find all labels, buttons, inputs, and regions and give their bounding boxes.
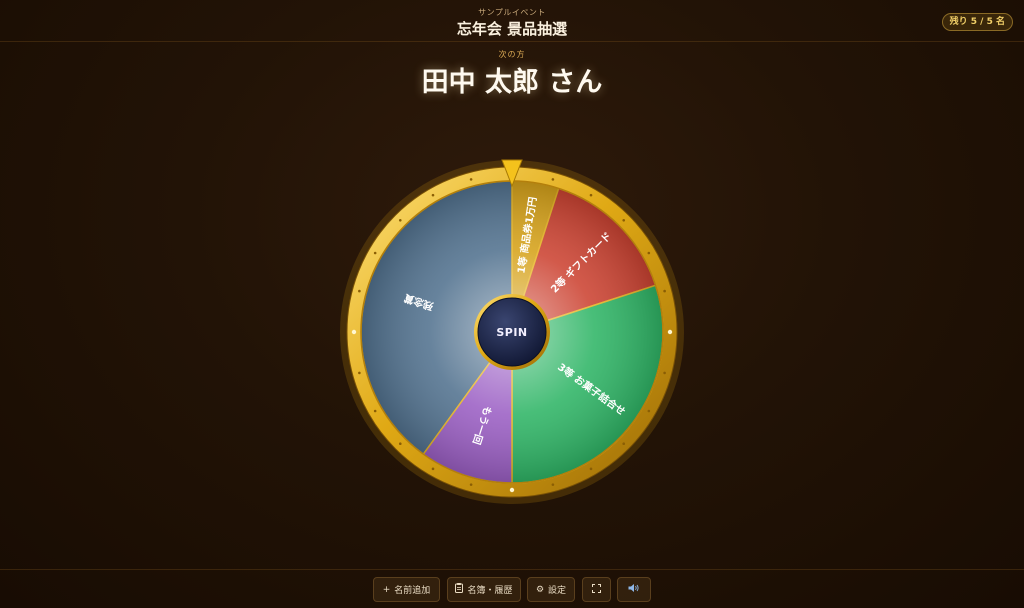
- rim-stud: [622, 218, 626, 222]
- rim-stud: [589, 193, 593, 197]
- rim-stud: [358, 371, 361, 375]
- remaining-badge: 残り 5 / 5 名: [941, 13, 1013, 31]
- event-subtitle: サンプルイベント: [478, 8, 546, 17]
- fullscreen-icon: [592, 583, 601, 596]
- speaker-icon: [628, 583, 640, 596]
- fullscreen-button[interactable]: [582, 577, 611, 602]
- rim-stud: [509, 487, 515, 493]
- event-title: 忘年会 景品抽選: [456, 20, 568, 38]
- rim-stud: [551, 483, 555, 486]
- rim-stud: [667, 329, 673, 335]
- settings-label: 設定: [548, 586, 567, 596]
- clipboard-icon: [455, 583, 464, 596]
- rim-stud: [589, 467, 593, 471]
- rim-stud: [663, 289, 666, 293]
- rim-stud: [647, 409, 651, 413]
- rim-stud: [622, 442, 626, 446]
- rim-stud: [469, 178, 473, 181]
- rim-stud: [469, 483, 473, 486]
- rim-stud: [351, 329, 357, 335]
- gear-icon: ⚙: [535, 584, 545, 595]
- rim-stud: [663, 371, 666, 375]
- next-up-label: 次の方: [498, 50, 526, 59]
- settings-button[interactable]: ⚙ 設定: [527, 577, 575, 602]
- rim-stud: [373, 251, 377, 255]
- roster-history-button[interactable]: 名簿・履歴: [447, 577, 521, 602]
- rim-stud: [431, 193, 435, 197]
- rim-stud: [647, 251, 651, 255]
- rim-stud: [358, 289, 361, 293]
- spin-button-label[interactable]: SPIN: [496, 326, 527, 339]
- roster-history-label: 名簿・履歴: [467, 586, 513, 596]
- next-up-name: 田中 太郎 さん: [421, 67, 603, 98]
- sound-button[interactable]: [617, 577, 651, 602]
- add-name-label: 名前追加: [394, 586, 431, 596]
- rim-stud: [373, 409, 377, 413]
- add-name-button[interactable]: + 名前追加: [373, 577, 440, 602]
- plus-icon: +: [382, 584, 391, 595]
- app-header: サンプルイベント 忘年会 景品抽選 残り 5 / 5 名: [0, 0, 1024, 42]
- rim-stud: [551, 178, 555, 181]
- rim-stud: [398, 218, 402, 222]
- prize-wheel[interactable]: 1等 商品券1万円 2等 ギフトカード3等 お菓子詰合せもう一回残念賞 SPIN: [320, 150, 704, 534]
- rim-stud: [398, 442, 402, 446]
- rim-stud: [431, 467, 435, 471]
